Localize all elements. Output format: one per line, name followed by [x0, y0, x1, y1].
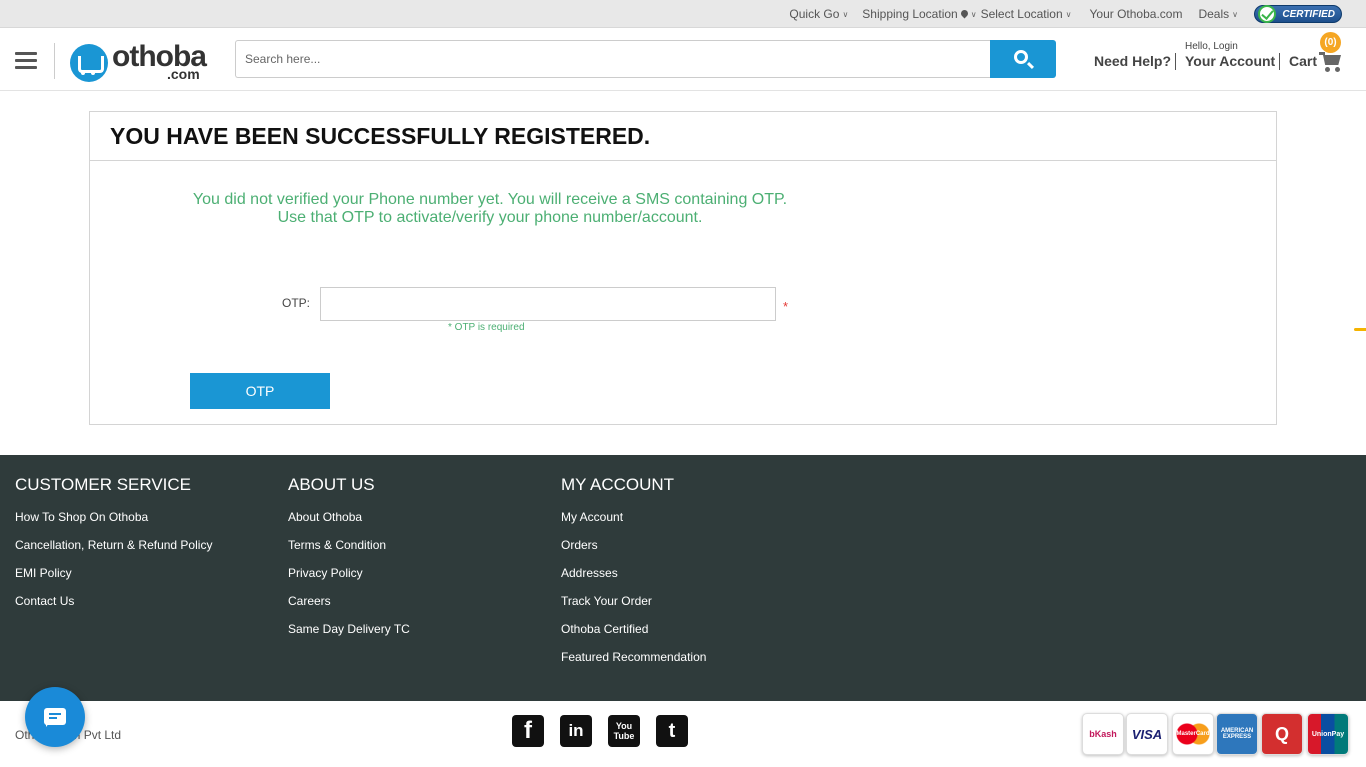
footer-link[interactable]: How To Shop On Othoba [15, 510, 212, 525]
deals-label: Deals [1198, 7, 1230, 21]
visa-icon: VISA [1126, 713, 1168, 755]
select-location-menu[interactable]: Select Location ∨ [981, 7, 1072, 21]
chevron-down-icon: ∨ [1065, 9, 1072, 19]
certified-badge[interactable]: CERTIFIED [1254, 3, 1344, 25]
about-us-column: ABOUT US About Othoba Terms & Condition … [288, 475, 410, 650]
linkedin-icon[interactable]: in [560, 715, 592, 747]
shopping-cart-icon[interactable] [1319, 52, 1343, 72]
facebook-icon[interactable]: f [512, 715, 544, 747]
american-express-icon: AMERICAN EXPRESS [1216, 713, 1258, 755]
registration-panel: YOU HAVE BEEN SUCCESSFULLY REGISTERED. Y… [89, 111, 1277, 425]
chevron-down-icon: ∨ [970, 9, 977, 19]
search-bar [235, 40, 1056, 78]
footer-link[interactable]: Contact Us [15, 594, 212, 609]
customer-service-heading: CUSTOMER SERVICE [15, 475, 192, 494]
shipping-location-label: Shipping Location [862, 7, 958, 21]
otp-submit-button[interactable]: OTP [190, 373, 330, 409]
twitter-icon[interactable]: t [656, 715, 688, 747]
otp-label: OTP: [282, 296, 311, 310]
hamburger-menu-icon[interactable] [15, 52, 37, 69]
bkash-icon: bKash [1082, 713, 1124, 755]
unionpay-icon: UnionPay [1307, 713, 1349, 755]
footer-link[interactable]: EMI Policy [15, 566, 212, 581]
othoba-logo[interactable]: othoba .com [70, 40, 207, 82]
select-location-label: Select Location [980, 7, 1063, 21]
mastercard-icon: MasterCard [1172, 713, 1214, 755]
footer-link[interactable]: Same Day Delivery TC [288, 622, 410, 637]
chevron-down-icon: ∨ [842, 9, 849, 19]
footer-link[interactable]: Featured Recommendation [561, 650, 706, 665]
otp-input[interactable] [320, 287, 776, 321]
side-feedback-tab[interactable] [1354, 328, 1366, 331]
need-help-link[interactable]: Need Help? [1094, 53, 1171, 69]
your-othoba-link[interactable]: Your Othoba.com [1090, 7, 1183, 21]
bottom-bar: Othoba.com Pvt Ltd f in You Tube t bKash… [0, 701, 1366, 767]
top-bar: Quick Go ∨ Shipping Location ∨ Select Loca… [0, 0, 1366, 28]
notice-line-1: You did not verified your Phone number y… [192, 191, 788, 208]
footer-link[interactable]: About Othoba [288, 510, 410, 525]
required-star: * [783, 299, 789, 314]
divider [54, 43, 55, 79]
divider [1279, 53, 1280, 70]
footer-link[interactable]: Orders [561, 538, 706, 553]
hello-login-text[interactable]: Hello, Login [1185, 41, 1238, 52]
footer-link[interactable]: Terms & Condition [288, 538, 410, 553]
map-marker-icon [961, 10, 968, 19]
about-us-heading: ABOUT US [288, 475, 375, 494]
footer-link[interactable]: Careers [288, 594, 410, 609]
cart-count-badge: (0) [1320, 32, 1341, 53]
deals-menu[interactable]: Deals ∨ [1198, 7, 1238, 21]
my-account-column: MY ACCOUNT My Account Orders Addresses T… [561, 475, 706, 678]
verification-notice: You did not verified your Phone number y… [190, 191, 790, 227]
page-title: YOU HAVE BEEN SUCCESSFULLY REGISTERED. [90, 112, 1276, 161]
divider [1175, 53, 1176, 70]
footer-link[interactable]: Othoba Certified [561, 622, 706, 637]
my-account-heading: MY ACCOUNT [561, 475, 675, 494]
search-button[interactable] [990, 40, 1056, 78]
footer-link[interactable]: Cancellation, Return & Refund Policy [15, 538, 212, 553]
footer-link[interactable]: My Account [561, 510, 706, 525]
search-icon [1014, 50, 1028, 64]
your-account-link[interactable]: Your Account [1185, 53, 1275, 69]
logo-dotcom: .com [167, 66, 200, 82]
customer-service-column: CUSTOMER SERVICE How To Shop On Othoba C… [15, 475, 212, 622]
shipping-location-link[interactable]: Shipping Location ∨ [862, 7, 976, 21]
cart-link[interactable]: Cart [1289, 53, 1317, 69]
footer-link[interactable]: Addresses [561, 566, 706, 581]
footer-link[interactable]: Privacy Policy [288, 566, 410, 581]
chat-button[interactable] [25, 687, 85, 747]
search-input[interactable] [235, 40, 991, 78]
cart-logo-icon [70, 44, 108, 82]
check-icon [1258, 5, 1276, 23]
otp-required-message: * OTP is required [448, 322, 525, 333]
chat-bubble-icon [44, 708, 66, 727]
q-cash-icon: Q [1261, 713, 1303, 755]
footer: CUSTOMER SERVICE How To Shop On Othoba C… [0, 455, 1366, 701]
quick-go-menu[interactable]: Quick Go ∨ [789, 7, 848, 21]
notice-line-2: Use that OTP to activate/verify your pho… [277, 209, 703, 226]
youtube-icon[interactable]: You Tube [608, 715, 640, 747]
chevron-down-icon: ∨ [1232, 9, 1238, 19]
footer-link[interactable]: Track Your Order [561, 594, 706, 609]
quick-go-label: Quick Go [789, 7, 840, 21]
header: othoba .com Need Help? Hello, Login Your… [0, 28, 1366, 91]
